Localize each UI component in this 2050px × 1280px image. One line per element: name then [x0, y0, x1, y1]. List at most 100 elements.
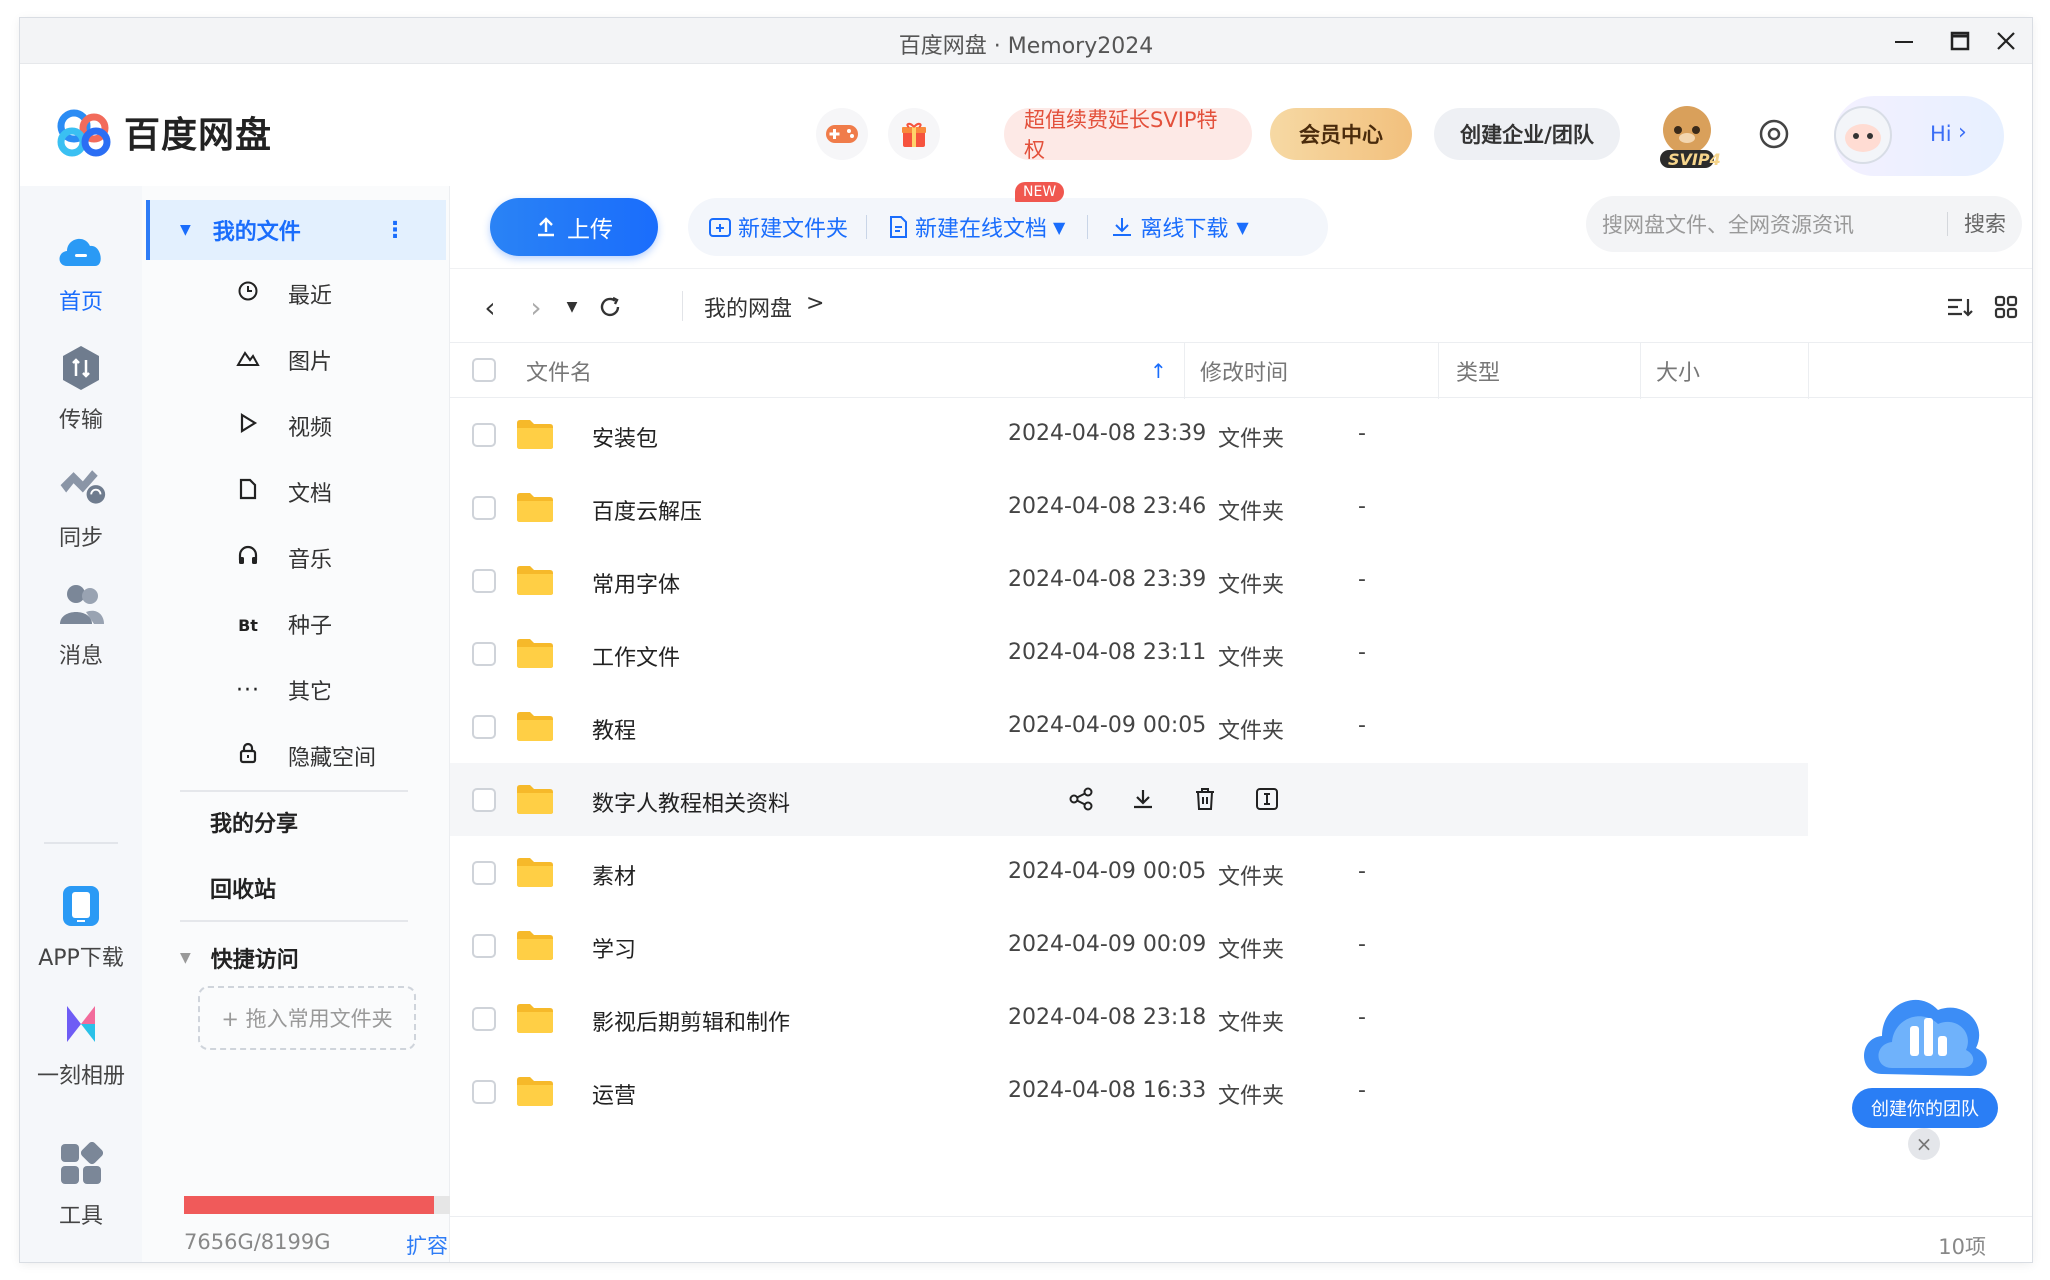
expand-storage-link[interactable]: 扩容 [406, 1230, 448, 1260]
promo-close-button[interactable]: × [1908, 1128, 1940, 1160]
app-logo[interactable]: 百度网盘 [52, 106, 272, 158]
new-folder-button[interactable]: 新建文件夹 [688, 198, 866, 256]
row-checkbox[interactable] [472, 496, 496, 520]
create-team-promo[interactable]: 创建你的团队 [1852, 964, 1998, 1140]
file-name[interactable]: 教程 [592, 713, 636, 745]
assistant-greeting[interactable]: Hi › [1834, 96, 2004, 176]
file-row[interactable]: 影视后期剪辑和制作 2024-04-08 23:18 文件夹 - [450, 982, 1808, 1055]
sidebar-item-image[interactable]: 图片 [188, 330, 458, 390]
sidebar-item-lock[interactable]: 隐藏空间 [188, 726, 458, 786]
select-all-checkbox[interactable] [472, 358, 496, 382]
upload-label: 上传 [567, 217, 613, 243]
rail-item-album[interactable]: 一刻相册 [20, 998, 142, 1090]
file-name[interactable]: 运营 [592, 1078, 636, 1110]
new-online-doc-button[interactable]: 新建在线文档 ▼ NEW [867, 182, 1087, 256]
file-name[interactable]: 工作文件 [592, 640, 680, 672]
row-checkbox[interactable] [472, 715, 496, 739]
sidebar-item-my-share[interactable]: 我的分享 [210, 792, 480, 852]
grid-view-button[interactable] [1986, 287, 2026, 327]
rail-item-home[interactable]: 首页 [20, 224, 142, 316]
row-checkbox[interactable] [472, 934, 496, 958]
sidebar-item-quick-access[interactable]: ▼ 快捷访问 [180, 928, 450, 988]
sidebar-item-play[interactable]: 视频 [188, 396, 458, 456]
sidebar-item-clock[interactable]: 最近 [188, 264, 458, 324]
vip-center-button[interactable]: 会员中心 [1270, 108, 1412, 160]
download-button[interactable] [1112, 781, 1174, 817]
sidebar-item-headphones[interactable]: 音乐 [188, 528, 458, 588]
triangle-down-icon: ▼ [180, 222, 191, 238]
game-button[interactable] [816, 108, 868, 160]
sidebar-item-doc[interactable]: 文档 [188, 462, 458, 522]
new-folder-icon [709, 218, 731, 237]
user-avatar[interactable]: SVIP4 [1652, 100, 1722, 170]
file-name[interactable]: 素材 [592, 859, 636, 891]
row-checkbox[interactable] [472, 861, 496, 885]
row-checkbox[interactable] [472, 1007, 496, 1031]
column-header-name[interactable]: 文件名 [526, 343, 592, 399]
offline-download-button[interactable]: 离线下载 ▼ [1088, 198, 1249, 256]
file-name[interactable]: 百度云解压 [592, 494, 702, 526]
column-header-type[interactable]: 类型 [1456, 343, 1500, 399]
sort-button[interactable] [1940, 287, 1980, 327]
file-row[interactable]: 教程 2024-04-09 00:05 文件夹 - [450, 690, 1808, 763]
rail-item-transfer[interactable]: 传输 [20, 342, 142, 434]
sidebar-item-label: 音乐 [288, 548, 333, 573]
forward-button[interactable]: › [516, 287, 556, 327]
history-dropdown[interactable]: ▼ [552, 287, 592, 327]
column-header-mtime[interactable]: 修改时间 [1200, 343, 1288, 399]
delete-button[interactable] [1174, 781, 1236, 817]
upload-button[interactable]: 上传 [490, 198, 658, 256]
back-button[interactable]: ‹ [470, 287, 510, 327]
rail-item-tools[interactable]: 工具 [20, 1138, 142, 1230]
file-name[interactable]: 学习 [592, 932, 636, 964]
file-row[interactable]: 百度云解压 2024-04-08 23:46 文件夹 - [450, 471, 1808, 544]
file-row[interactable]: 素材 2024-04-09 00:05 文件夹 - [450, 836, 1808, 909]
sidebar-item-bt[interactable]: Bt 种子 [188, 594, 458, 654]
column-header-size[interactable]: 大小 [1656, 343, 1700, 399]
row-checkbox[interactable] [472, 1080, 496, 1104]
rail-item-messages[interactable]: 消息 [20, 578, 142, 670]
row-checkbox[interactable] [472, 569, 496, 593]
rail-item-sync[interactable]: 同步 [20, 460, 142, 552]
refresh-button[interactable] [590, 287, 630, 327]
rename-button[interactable] [1236, 781, 1298, 817]
file-name[interactable]: 数字人教程相关资料 [592, 786, 790, 818]
file-row[interactable]: 工作文件 2024-04-08 23:11 文件夹 - [450, 617, 1808, 690]
breadcrumb-separator: > [806, 291, 825, 316]
file-row[interactable]: 常用字体 2024-04-08 23:39 文件夹 - [450, 544, 1808, 617]
file-name[interactable]: 常用字体 [592, 567, 680, 599]
sidebar-item-my-files[interactable]: ▼ 我的文件 ⋮ [146, 200, 446, 260]
search-button[interactable]: 搜索 [1947, 212, 2022, 236]
storage-quota-bar [184, 1196, 452, 1214]
status-footer: 10项 [450, 1216, 2032, 1262]
rail-item-app-download[interactable]: APP下载 [20, 880, 142, 972]
more-vertical-icon[interactable]: ⋮ [384, 218, 406, 243]
sidebar-item-recycle[interactable]: 回收站 [210, 858, 480, 918]
maximize-button[interactable] [1938, 24, 1982, 58]
settings-button[interactable] [1748, 108, 1800, 160]
svip-renew-promo[interactable]: 超值续费延长SVIP特权 [1004, 108, 1252, 162]
file-row[interactable]: 数字人教程相关资料 [450, 763, 1808, 836]
create-team-button[interactable]: 创建企业/团队 [1434, 108, 1620, 160]
breadcrumb-root[interactable]: 我的网盘 [704, 291, 792, 323]
file-name[interactable]: 影视后期剪辑和制作 [592, 1005, 790, 1037]
minimize-button[interactable] [1882, 24, 1926, 58]
promo-label: 创建你的团队 [1852, 1088, 1998, 1128]
file-row[interactable]: 学习 2024-04-09 00:09 文件夹 - [450, 909, 1808, 982]
file-row[interactable]: 运营 2024-04-08 16:33 文件夹 - [450, 1055, 1808, 1128]
sidebar-item-more[interactable]: ··· 其它 [188, 660, 458, 720]
row-checkbox[interactable] [472, 642, 496, 666]
row-checkbox[interactable] [472, 788, 496, 812]
share-button[interactable] [1050, 781, 1112, 817]
search-input[interactable]: 搜网盘文件、全网资源资讯 [1586, 209, 1947, 239]
file-row[interactable]: 安装包 2024-04-08 23:39 文件夹 - [450, 398, 1808, 471]
quick-access-dropzone[interactable]: + 拖入常用文件夹 [198, 986, 416, 1050]
close-button[interactable] [1984, 24, 2028, 58]
row-checkbox[interactable] [472, 423, 496, 447]
gift-button[interactable] [888, 108, 940, 160]
sort-ascending-icon[interactable]: ↑ [1150, 343, 1167, 399]
file-name[interactable]: 安装包 [592, 421, 658, 453]
file-mtime: 2024-04-09 00:05 [1008, 859, 1207, 884]
search-box[interactable]: 搜网盘文件、全网资源资讯 搜索 [1586, 196, 2022, 252]
file-mtime: 2024-04-09 00:09 [1008, 932, 1207, 957]
